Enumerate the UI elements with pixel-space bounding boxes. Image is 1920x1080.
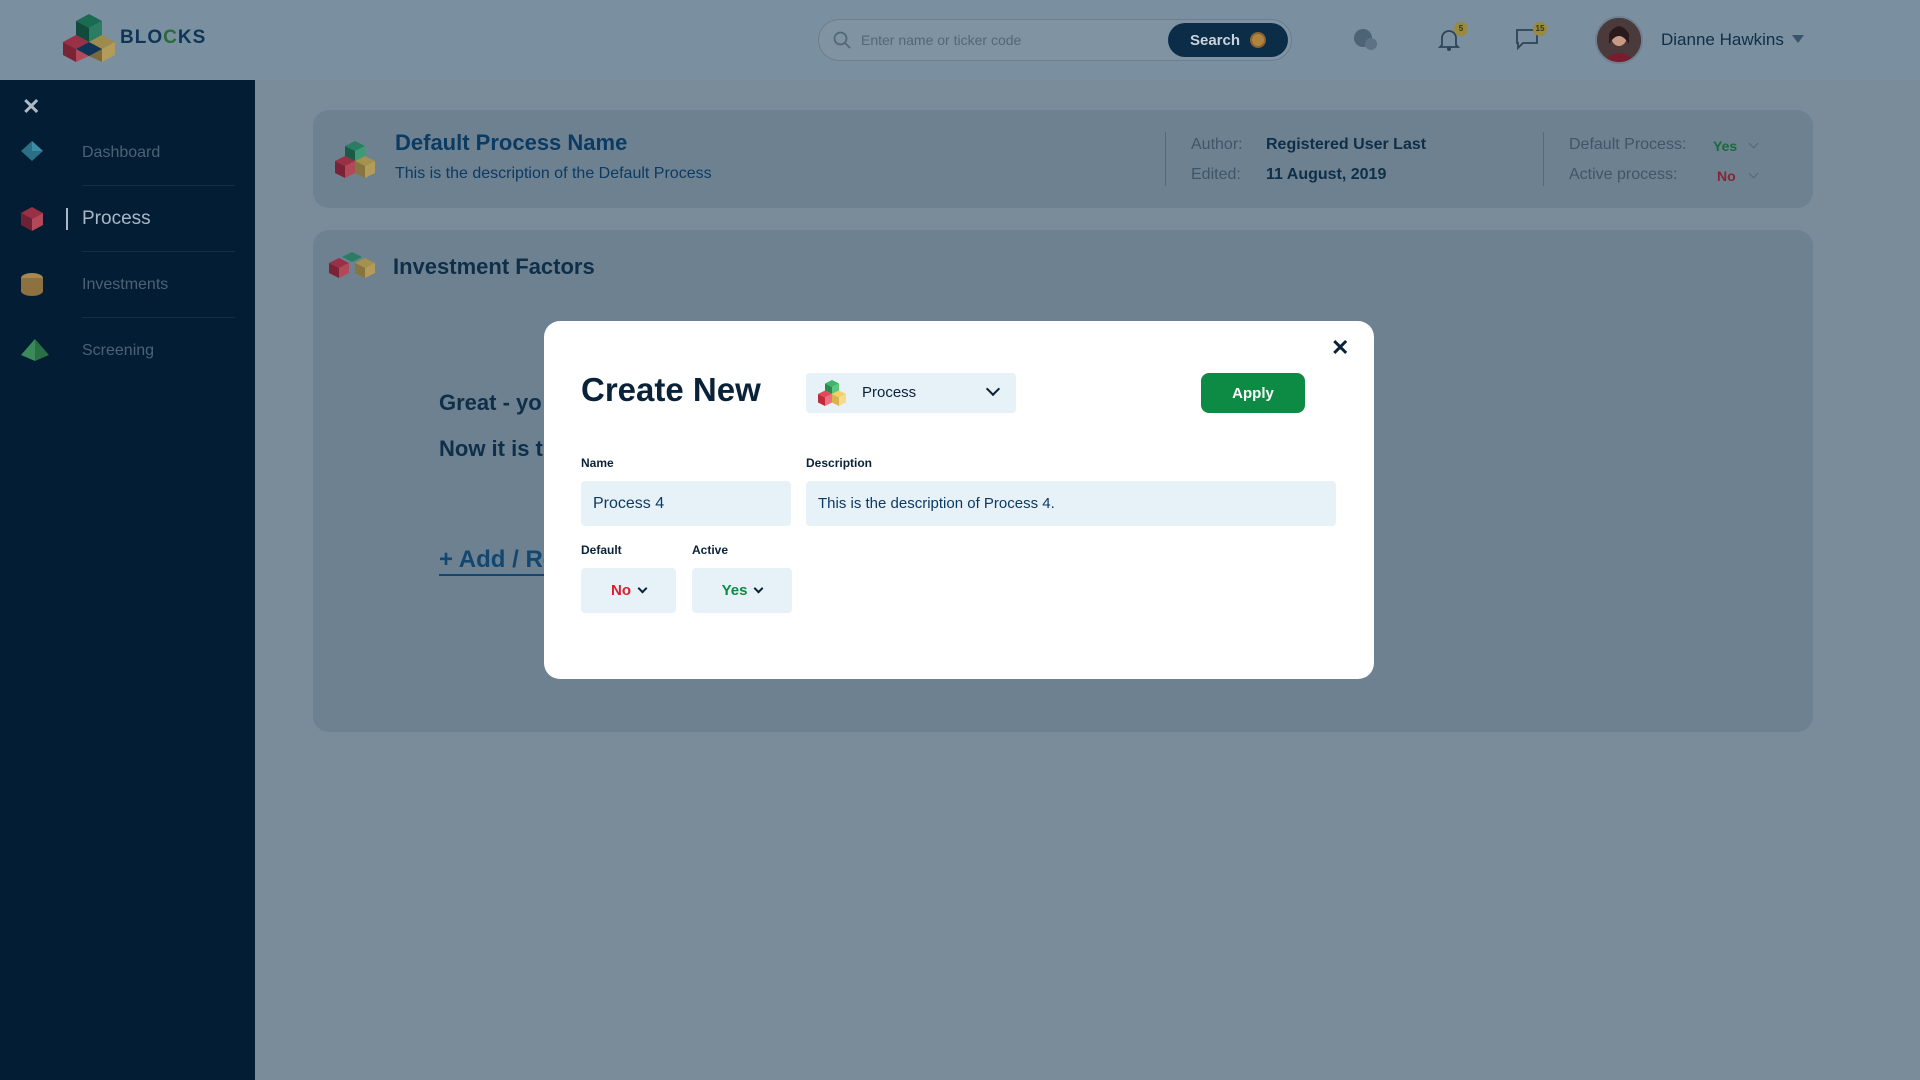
coin-icon bbox=[1250, 32, 1267, 48]
help-chat-button[interactable] bbox=[1353, 28, 1379, 57]
notifications-button[interactable]: 5 bbox=[1437, 22, 1468, 57]
sidebar-item-label: Screening bbox=[82, 342, 155, 359]
process-cubes-icon bbox=[818, 380, 846, 406]
create-new-modal: ✕ Create New Process Apply Name Descript… bbox=[544, 321, 1374, 679]
screening-pyramid-icon bbox=[21, 339, 49, 361]
messages-button[interactable]: 15 bbox=[1515, 22, 1547, 55]
process-description: This is the description of the Default P… bbox=[395, 165, 712, 182]
intro-line-1: Great - yo bbox=[439, 390, 542, 415]
logo-cubes-icon bbox=[63, 14, 115, 62]
edited-label: Edited: bbox=[1191, 166, 1241, 183]
modal-close-button[interactable]: ✕ bbox=[1331, 335, 1349, 361]
default-process-label: Default Process: bbox=[1569, 136, 1687, 153]
active-label: Active bbox=[692, 543, 729, 557]
active-process-value[interactable]: No bbox=[1717, 168, 1736, 184]
chevron-down-icon bbox=[753, 583, 764, 594]
user-menu-caret-icon[interactable] bbox=[1792, 35, 1804, 43]
investment-factors-title: Investment Factors bbox=[393, 254, 595, 279]
sidebar-item-dashboard[interactable]: Dashboard bbox=[0, 120, 255, 186]
default-label: Default bbox=[581, 543, 622, 557]
author-value: Registered User Last bbox=[1266, 136, 1427, 153]
search-bar: Search bbox=[818, 19, 1292, 61]
process-cubes-icon bbox=[335, 141, 375, 178]
default-select-value: No bbox=[611, 582, 631, 599]
sidebar-item-screening[interactable]: Screening bbox=[0, 318, 255, 384]
description-label: Description bbox=[806, 456, 873, 470]
top-bar: BLOCKS Search 5 15 bbox=[0, 0, 1920, 80]
active-process-label: Active process: bbox=[1569, 166, 1678, 183]
sidebar-item-investments[interactable]: Investments bbox=[0, 252, 255, 318]
sidebar-item-label: Dashboard bbox=[82, 144, 161, 161]
user-photo-icon bbox=[1597, 18, 1641, 62]
modal-title: Create New bbox=[581, 371, 761, 408]
user-avatar[interactable] bbox=[1595, 16, 1643, 64]
process-summary-card: Default Process Name This is the descrip… bbox=[313, 110, 1813, 208]
chevron-down-icon bbox=[637, 583, 648, 594]
type-select-value: Process bbox=[862, 384, 917, 401]
description-field[interactable] bbox=[806, 481, 1336, 526]
investment-factors-icon bbox=[329, 252, 375, 278]
name-label: Name bbox=[581, 456, 614, 470]
author-label: Author: bbox=[1191, 136, 1243, 153]
default-process-value[interactable]: Yes bbox=[1713, 138, 1737, 154]
search-input[interactable] bbox=[861, 26, 1161, 54]
edited-value: 11 August, 2019 bbox=[1266, 166, 1387, 183]
sidebar-close-button[interactable]: ✕ bbox=[22, 94, 40, 120]
user-name[interactable]: Dianne Hawkins bbox=[1661, 30, 1784, 50]
active-select-value: Yes bbox=[721, 582, 748, 599]
name-field[interactable] bbox=[581, 481, 791, 526]
logo-wordmark: BLOCKS bbox=[120, 27, 207, 48]
investments-coin-icon bbox=[21, 273, 43, 296]
sidebar-item-process[interactable]: Process bbox=[0, 186, 255, 252]
search-button-label: Search bbox=[1189, 31, 1241, 49]
help-bubbles-icon bbox=[1354, 29, 1377, 50]
chevron-down-icon bbox=[985, 381, 1001, 397]
sidebar: ✕ Dashboard Process Investments Screenin… bbox=[0, 80, 255, 1080]
brand-logo[interactable]: BLOCKS bbox=[62, 12, 206, 64]
search-button[interactable]: Search bbox=[1168, 23, 1288, 57]
active-select[interactable]: Yes bbox=[692, 568, 792, 613]
default-select[interactable]: No bbox=[581, 568, 676, 613]
messages-badge: 15 bbox=[1533, 22, 1547, 36]
sidebar-item-label: Process bbox=[82, 208, 151, 229]
active-process-chevron-icon[interactable] bbox=[1748, 168, 1759, 179]
process-cube-icon bbox=[21, 207, 43, 231]
sidebar-item-label: Investments bbox=[82, 276, 169, 293]
intro-line-2: Now it is t bbox=[439, 436, 543, 461]
dashboard-diamond-icon bbox=[21, 141, 43, 161]
apply-button[interactable]: Apply bbox=[1201, 373, 1305, 413]
type-select[interactable]: Process bbox=[806, 373, 1016, 413]
process-title: Default Process Name bbox=[395, 130, 628, 155]
default-process-chevron-icon[interactable] bbox=[1748, 138, 1759, 149]
search-icon bbox=[833, 31, 851, 49]
notifications-badge: 5 bbox=[1454, 22, 1468, 36]
add-remove-factors-link[interactable]: + Add / Re bbox=[439, 546, 557, 576]
